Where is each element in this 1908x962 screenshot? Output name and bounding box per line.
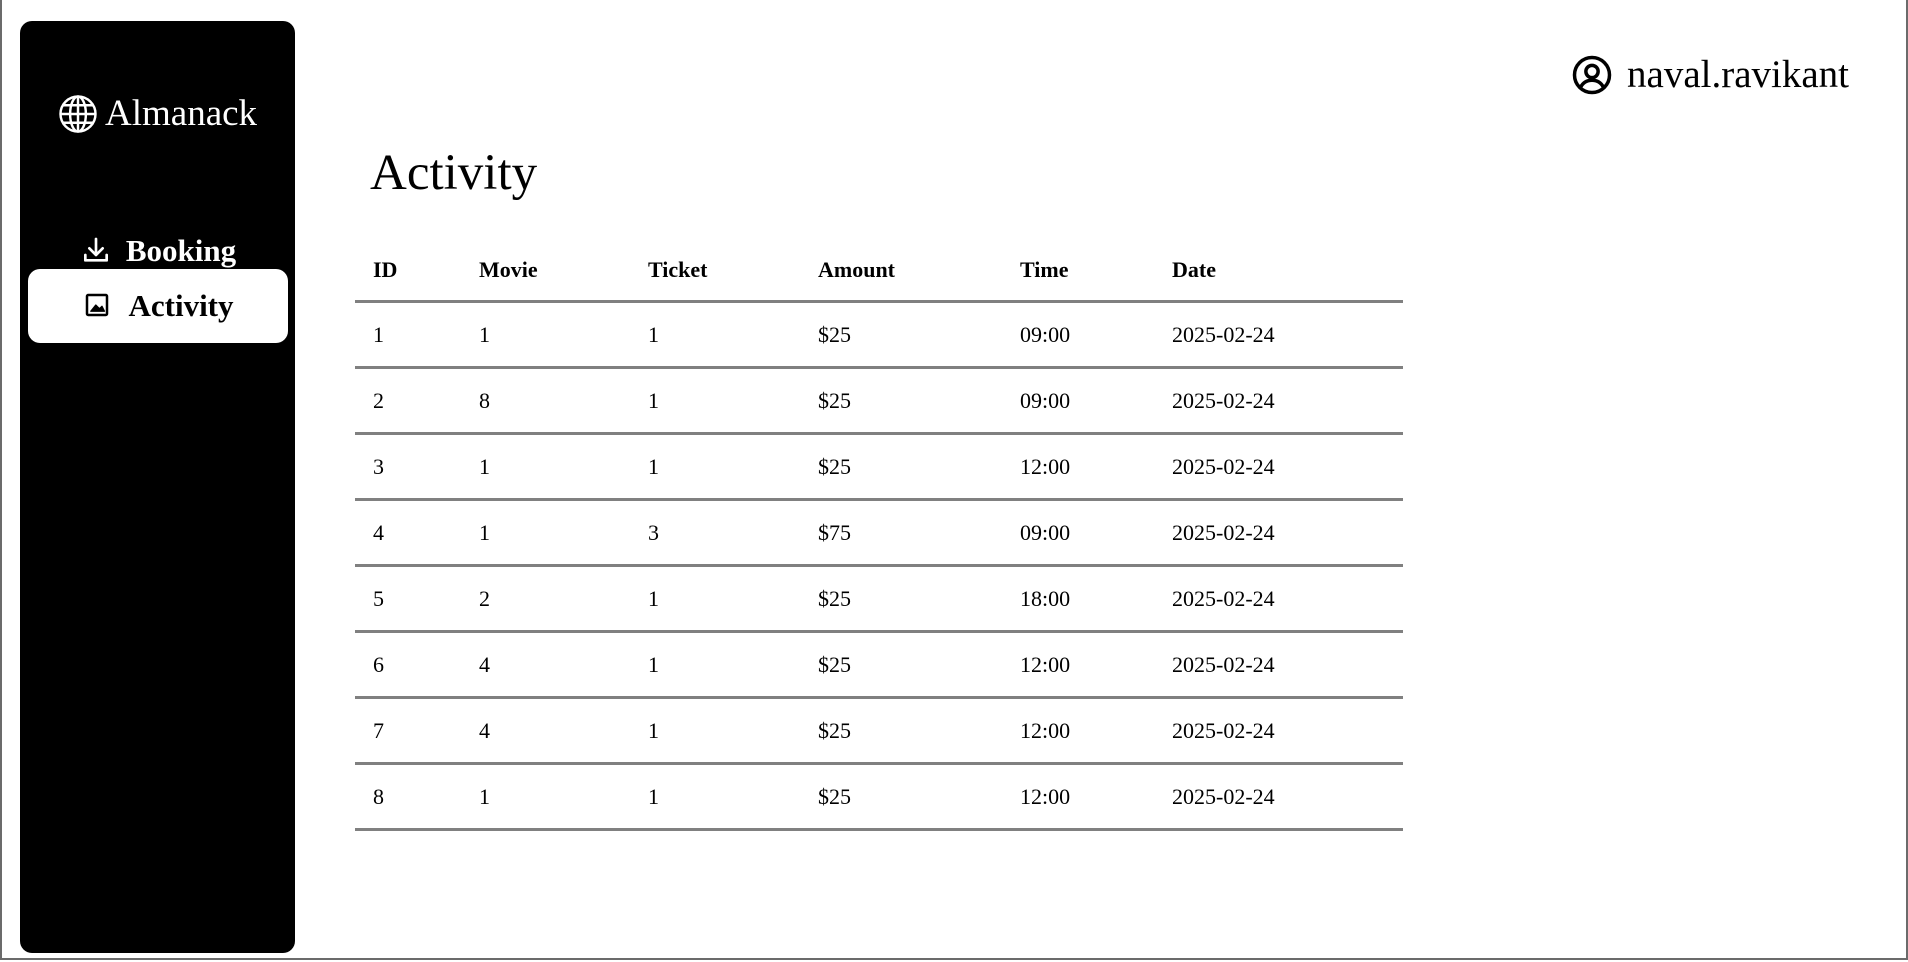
column-header-time: Time [1002,240,1154,303]
cell-ticket: 3 [630,499,800,567]
cell-date: 2025-02-24 [1154,499,1403,567]
cell-id: 1 [355,301,461,369]
cell-time: 09:00 [1002,367,1154,435]
username: naval.ravikant [1627,53,1849,96]
cell-date: 2025-02-24 [1154,763,1403,831]
cell-amount: $25 [800,565,1002,633]
cell-date: 2025-02-24 [1154,301,1403,369]
cell-time: 09:00 [1002,301,1154,369]
sidebar-item-label: Activity [128,288,234,323]
table-row: 4 1 3 $75 09:00 2025-02-24 [355,499,1403,567]
cell-amount: $25 [800,631,1002,699]
table-row: 1 1 1 $25 09:00 2025-02-24 [355,301,1403,369]
table-row: 8 1 1 $25 12:00 2025-02-24 [355,763,1403,831]
sidebar-item-label: Booking [125,233,237,268]
cell-id: 8 [355,763,461,831]
sidebar-item-activity[interactable]: Activity [28,269,288,343]
cell-movie: 4 [461,697,630,765]
cell-amount: $75 [800,499,1002,567]
column-header-amount: Amount [800,240,1002,303]
download-icon [80,235,112,267]
column-header-date: Date [1154,240,1403,303]
cell-id: 5 [355,565,461,633]
cell-movie: 1 [461,499,630,567]
cell-time: 12:00 [1002,697,1154,765]
cell-ticket: 1 [630,433,800,501]
page-title: Activity [370,145,538,201]
table-row: 5 2 1 $25 18:00 2025-02-24 [355,565,1403,633]
cell-movie: 4 [461,631,630,699]
cell-id: 4 [355,499,461,567]
brand-name: Almanack [105,93,258,134]
table-header-row: ID Movie Ticket Amount Time Date [355,240,1403,303]
cell-amount: $25 [800,367,1002,435]
cell-movie: 2 [461,565,630,633]
cell-amount: $25 [800,763,1002,831]
user-menu[interactable]: naval.ravikant [1571,52,1849,97]
cell-date: 2025-02-24 [1154,367,1403,435]
cell-movie: 8 [461,367,630,435]
cell-ticket: 1 [630,367,800,435]
cell-movie: 1 [461,301,630,369]
cell-movie: 1 [461,433,630,501]
cell-ticket: 1 [630,631,800,699]
cell-id: 3 [355,433,461,501]
cell-date: 2025-02-24 [1154,631,1403,699]
cell-ticket: 1 [630,763,800,831]
cell-ticket: 1 [630,565,800,633]
table-row: 2 8 1 $25 09:00 2025-02-24 [355,367,1403,435]
cell-amount: $25 [800,697,1002,765]
table-row: 6 4 1 $25 12:00 2025-02-24 [355,631,1403,699]
cell-time: 12:00 [1002,433,1154,501]
cell-id: 2 [355,367,461,435]
cell-time: 18:00 [1002,565,1154,633]
cell-time: 12:00 [1002,763,1154,831]
cell-date: 2025-02-24 [1154,565,1403,633]
activity-table: ID Movie Ticket Amount Time Date 1 1 1 $… [355,240,1403,831]
user-circle-icon [1571,54,1613,96]
cell-ticket: 1 [630,301,800,369]
cell-time: 12:00 [1002,631,1154,699]
table-row: 3 1 1 $25 12:00 2025-02-24 [355,433,1403,501]
column-header-ticket: Ticket [630,240,800,303]
brand[interactable]: Almanack [57,92,257,135]
sidebar: Almanack Booking Activity [20,21,295,953]
app-window: Almanack Booking Activity naval.ravikant… [0,0,1908,960]
column-header-id: ID [355,240,461,303]
globe-icon [57,93,99,135]
column-header-movie: Movie [461,240,630,303]
cell-time: 09:00 [1002,499,1154,567]
table-row: 7 4 1 $25 12:00 2025-02-24 [355,697,1403,765]
cell-date: 2025-02-24 [1154,697,1403,765]
cell-amount: $25 [800,301,1002,369]
cell-id: 6 [355,631,461,699]
cell-movie: 1 [461,763,630,831]
cell-amount: $25 [800,433,1002,501]
cell-ticket: 1 [630,697,800,765]
cell-date: 2025-02-24 [1154,433,1403,501]
image-icon [82,290,114,322]
cell-id: 7 [355,697,461,765]
